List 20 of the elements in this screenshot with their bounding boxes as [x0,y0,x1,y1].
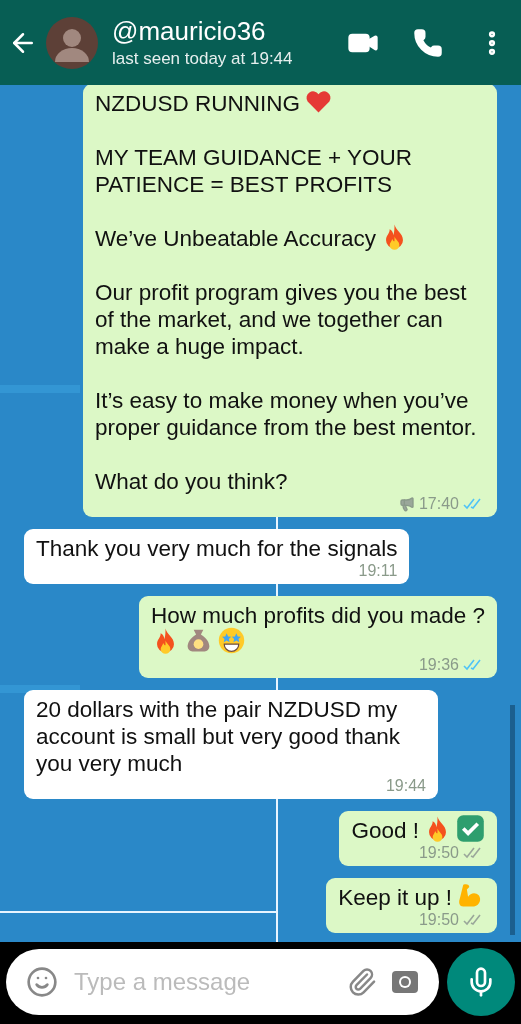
message-text: 20 dollars with the pair NZDUSD my account is small but very good thank you very much [36,697,400,776]
message-text: Good ! [351,818,419,843]
contact-name[interactable]: @mauricio36 [112,16,339,47]
message-text: Thank you very much for the signals [36,536,398,561]
message-text: NZDUSD RUNNING [95,91,300,116]
message-time: 19:50 [418,911,459,929]
message-text: What do you think? [95,469,288,494]
message-time: 19:44 [385,777,426,795]
message-text: How much profits did you made ? [151,603,485,628]
message-text: Keep it up ! [338,885,452,910]
last-seen-status: last seen today at 19:44 [112,49,294,69]
message-time: 19:11 [358,562,398,580]
message-input-field[interactable]: Type a message [6,949,439,1015]
message-text: Our profit program gives you the best of the market, and we together can make a huge impact. [95,280,467,359]
message-text: It’s easy to make money when you’ve proper guidance from the best mentor. [95,388,477,440]
message-time: 19:50 [418,844,459,862]
message-time: 17:40 [418,495,459,513]
message-text: We’ve Unbeatable Accuracy [95,226,376,251]
message-time: 19:36 [418,656,459,674]
message-text: MY TEAM GUIDANCE + YOUR PATIENCE = BEST PROFITS [95,145,412,197]
